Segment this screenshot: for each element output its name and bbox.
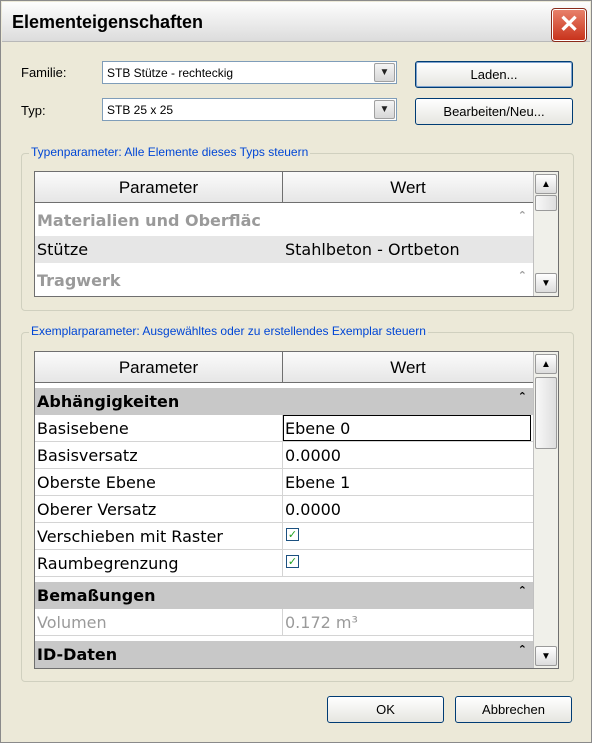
move-with-grid-checkbox[interactable]: ✓ [286, 528, 299, 541]
parameter-name: Basisversatz [37, 446, 138, 465]
scroll-down-icon[interactable]: ▼ [535, 646, 557, 666]
column-header-value[interactable]: Wert [283, 352, 533, 382]
parameter-name: Oberer Versatz [37, 500, 157, 519]
close-button[interactable]: ✕ [551, 8, 587, 42]
parameter-value: 0.172 m³ [285, 613, 358, 632]
category-label: Tragwerk [37, 271, 121, 290]
category-row[interactable]: Bemaßungen ⌃ [35, 582, 533, 609]
scroll-thumb[interactable] [535, 377, 557, 449]
column-divider [282, 469, 283, 496]
column-header-value[interactable]: Wert [283, 172, 533, 202]
table-row[interactable]: Oberste Ebene Ebene 1 [35, 469, 533, 496]
dialog-window: Elementeigenschaften ✕ Familie: STB Stüt… [0, 0, 592, 743]
family-dropdown[interactable]: STB Stütze - rechteckig ▼ [102, 61, 397, 84]
grid-header: Parameter Wert [35, 172, 533, 203]
category-row[interactable]: Abhängigkeiten ⌃ [35, 388, 533, 415]
double-chevron-up-icon[interactable]: ⌃ [518, 269, 527, 282]
type-dropdown[interactable]: STB 25 x 25 ▼ [102, 98, 397, 121]
scroll-up-icon[interactable]: ▲ [535, 174, 557, 194]
scroll-thumb[interactable] [535, 195, 557, 211]
chevron-down-icon[interactable]: ▼ [374, 100, 395, 119]
table-row[interactable]: Oberer Versatz 0.0000 [35, 496, 533, 523]
column-divider [282, 496, 283, 523]
parameter-value: Ebene 1 [285, 473, 351, 492]
parameter-value: Ebene 0 [285, 419, 351, 438]
ok-button[interactable]: OK [327, 696, 444, 723]
parameter-name: Stütze [37, 240, 89, 259]
type-label: Typ: [21, 103, 46, 118]
room-bounding-checkbox[interactable]: ✓ [286, 555, 299, 568]
instance-parameters-title: Exemplarparameter: Ausgewähltes oder zu … [29, 324, 428, 338]
parameter-name: Raumbegrenzung [37, 554, 179, 573]
table-row[interactable]: Basisebene Ebene 0 [35, 415, 533, 442]
table-row[interactable]: Verschieben mit Raster ✓ [35, 523, 533, 550]
scroll-down-icon[interactable]: ▼ [535, 273, 557, 293]
instance-parameters-grid: Parameter Wert Abhängigkeiten ⌃ Basisebe… [34, 351, 559, 669]
cancel-button[interactable]: Abbrechen [455, 696, 572, 723]
parameter-value: Stahlbeton - Ortbeton [285, 240, 460, 259]
category-row[interactable]: Materialien und Oberfläc ⌃ [35, 207, 533, 234]
parameter-value: 0.0000 [285, 500, 341, 519]
window-title: Elementeigenschaften [12, 12, 204, 32]
category-label: ID-Daten [37, 645, 118, 664]
column-header-parameter[interactable]: Parameter [35, 352, 283, 382]
type-parameters-grid: Parameter Wert Materialien und Oberfläc … [34, 171, 559, 297]
column-divider [282, 550, 283, 577]
table-row[interactable]: Basisversatz 0.0000 [35, 442, 533, 469]
column-divider [282, 609, 283, 636]
double-chevron-up-icon[interactable]: ⌃ [518, 209, 527, 222]
parameter-name: Oberste Ebene [37, 473, 156, 492]
category-label: Abhängigkeiten [37, 392, 180, 411]
vertical-scrollbar[interactable]: ▲ ▼ [533, 172, 558, 296]
double-chevron-up-icon[interactable]: ⌃ [518, 390, 527, 403]
parameter-name: Basisebene [37, 419, 129, 438]
grid-header: Parameter Wert [35, 352, 533, 383]
double-chevron-up-icon[interactable]: ⌃ [518, 643, 527, 656]
parameter-value: 0.0000 [285, 446, 341, 465]
family-value: STB Stütze - rechteckig [107, 66, 234, 80]
title-bar: Elementeigenschaften ✕ [2, 2, 590, 42]
type-parameters-title: Typenparameter: Alle Elemente dieses Typ… [29, 145, 311, 159]
category-label: Materialien und Oberfläc [37, 211, 261, 230]
parameter-name: Volumen [37, 613, 107, 632]
edit-new-button[interactable]: Bearbeiten/Neu... [415, 98, 573, 125]
table-row[interactable]: Volumen 0.172 m³ [35, 609, 533, 636]
parameter-name: Verschieben mit Raster [37, 527, 223, 546]
double-chevron-up-icon[interactable]: ⌃ [518, 584, 527, 597]
chevron-down-icon[interactable]: ▼ [374, 63, 395, 82]
category-label: Bemaßungen [37, 586, 156, 605]
value-edit-field[interactable]: Ebene 0 [283, 415, 531, 441]
table-row[interactable]: Raumbegrenzung ✓ [35, 550, 533, 577]
category-row[interactable]: Tragwerk ⌃ [35, 267, 533, 294]
scroll-up-icon[interactable]: ▲ [535, 354, 557, 374]
column-divider [282, 442, 283, 469]
category-row[interactable]: ID-Daten ⌃ [35, 641, 533, 668]
table-row[interactable]: Stütze Stahlbeton - Ortbeton [35, 236, 533, 263]
column-header-parameter[interactable]: Parameter [35, 172, 283, 202]
vertical-scrollbar[interactable]: ▲ ▼ [533, 352, 558, 668]
type-value: STB 25 x 25 [107, 103, 174, 117]
column-divider [282, 523, 283, 550]
family-label: Familie: [21, 65, 67, 80]
load-button[interactable]: Laden... [415, 61, 573, 88]
